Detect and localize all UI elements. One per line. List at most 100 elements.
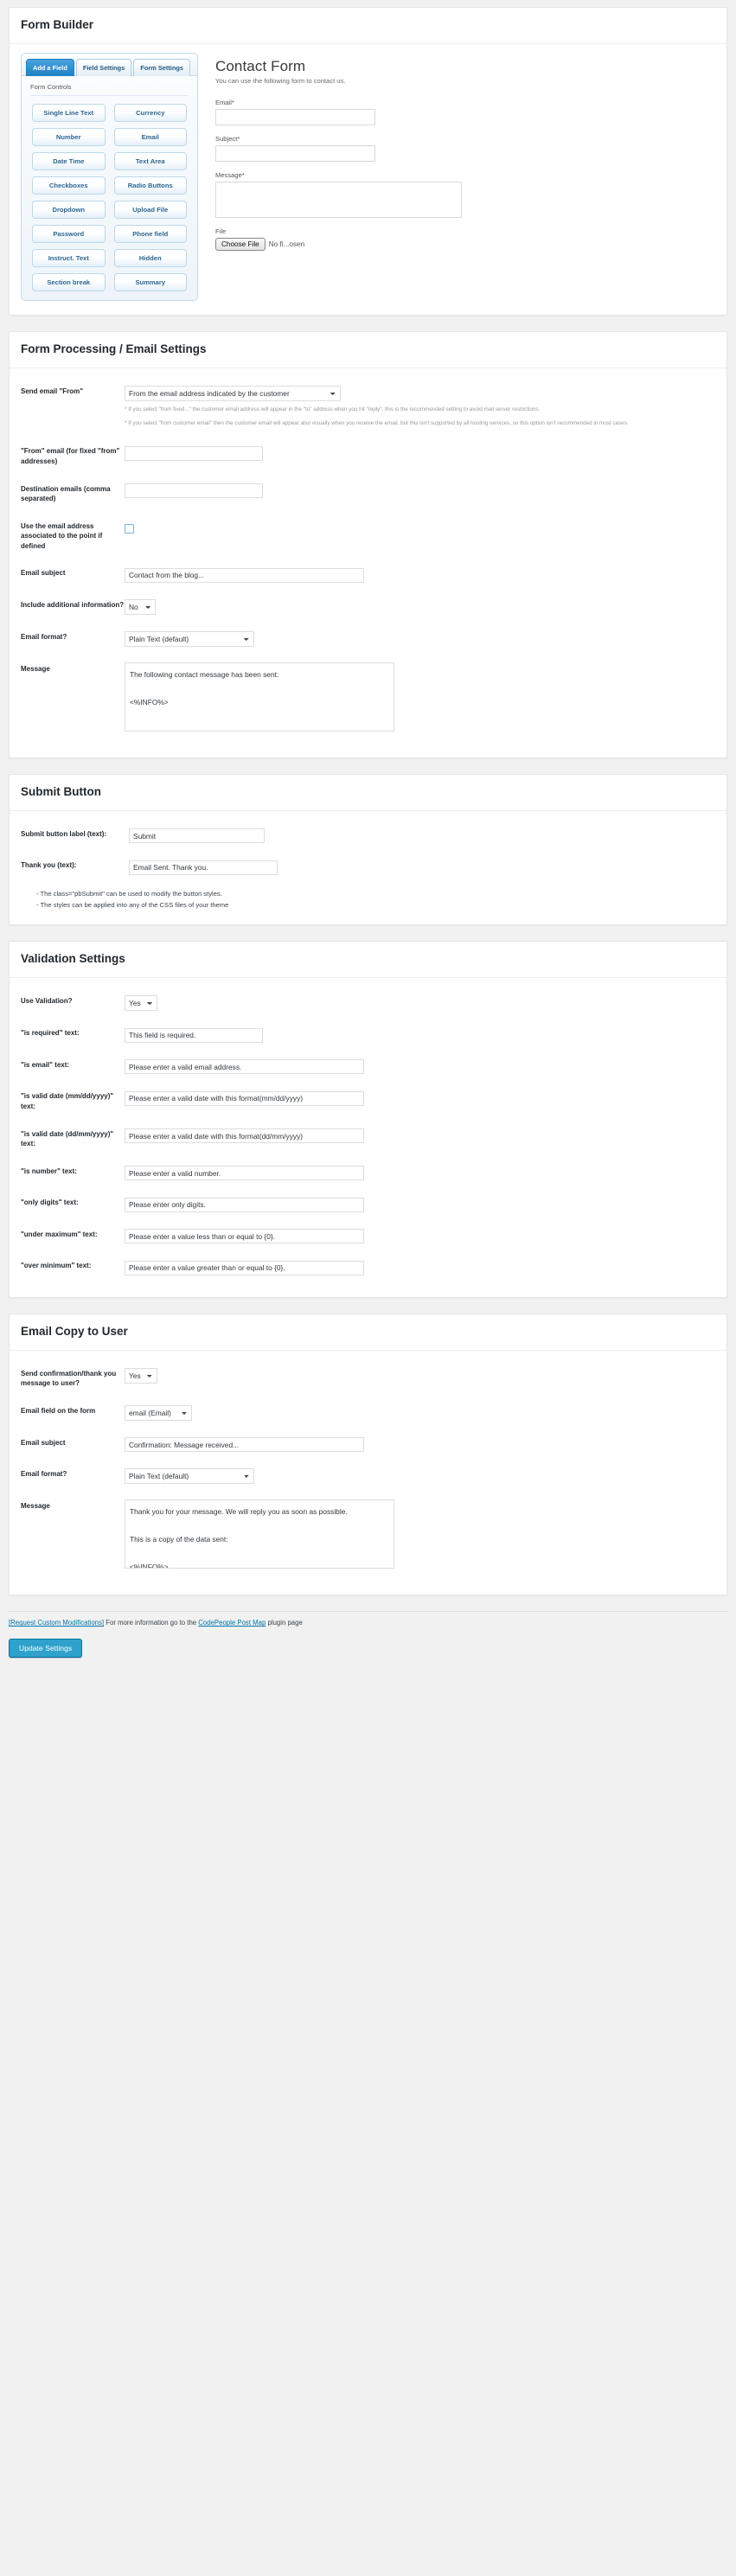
control-number[interactable]: Number: [32, 128, 106, 146]
include-additional-info-select[interactable]: No: [125, 599, 156, 615]
control-date-time[interactable]: Date Time: [32, 152, 106, 170]
preview-message-textarea[interactable]: [215, 182, 462, 218]
row-email-format: Email format? Plain Text (default): [21, 623, 715, 655]
label-is-valid-date-mmddyyyy: "is valid date (mm/dd/yyyy)" text:: [21, 1090, 125, 1111]
label-copy-email-format: Email format?: [21, 1467, 125, 1480]
preview-file-row: Choose File No fi...osen: [215, 238, 715, 251]
bottom-spacer: [9, 1658, 727, 1678]
control-hidden[interactable]: Hidden: [114, 249, 188, 267]
label-under-maximum-text: "under maximum" text:: [21, 1228, 125, 1240]
row-send-email-from: Send email "From" From the email address…: [21, 377, 715, 438]
submit-notes: - The class="pbSubmit" can be used to mo…: [21, 883, 715, 911]
email-subject-input[interactable]: [125, 568, 364, 583]
submit-button-title: Submit Button: [10, 775, 726, 811]
request-custom-modifications-link[interactable]: [Request Custom Modifications]: [9, 1619, 104, 1627]
row-is-number-text: "is number" text:: [21, 1157, 715, 1189]
preview-email-input[interactable]: [215, 109, 375, 125]
divider: [30, 95, 189, 96]
label-copy-message: Message: [21, 1499, 125, 1512]
send-email-from-select[interactable]: From the email address indicated by the …: [125, 386, 341, 401]
row-use-validation: Use Validation? Yes: [21, 987, 715, 1019]
label-from-email: "From" email (for fixed "from" addresses…: [21, 444, 125, 466]
copy-email-format-select[interactable]: Plain Text (default): [125, 1468, 254, 1484]
row-over-minimum-text: "over minimum" text:: [21, 1251, 715, 1283]
send-confirmation-select[interactable]: Yes: [125, 1368, 157, 1384]
footer-note: [Request Custom Modifications] For more …: [9, 1611, 727, 1639]
control-phone-field[interactable]: Phone field: [114, 225, 188, 243]
label-over-minimum-text: "over minimum" text:: [21, 1259, 125, 1271]
label-destination-emails: Destination emails (comma separated): [21, 483, 125, 504]
form-controls-grid: Single Line Text Currency Number Email D…: [22, 104, 197, 291]
control-section-break[interactable]: Section break: [32, 273, 106, 291]
preview-field-subject: Subject*: [215, 135, 715, 162]
file-status-text: No fi...osen: [269, 240, 304, 248]
submit-note-styles: - The styles can be applied into any of …: [36, 899, 715, 911]
tab-add-a-field[interactable]: Add a Field: [26, 59, 74, 76]
submit-note-class: - The class="pbSubmit" can be used to mo…: [36, 888, 715, 899]
copy-message-textarea[interactable]: Thank you for your message. We will repl…: [125, 1499, 394, 1569]
is-valid-date-mmddyyyy-input[interactable]: [125, 1091, 364, 1106]
label-only-digits-text: "only digits" text:: [21, 1196, 125, 1208]
label-use-validation: Use Validation?: [21, 994, 125, 1007]
admin-page-wrap: Form Builder Add a Field Field Settings …: [0, 0, 736, 1678]
is-valid-date-ddmmyyyy-input[interactable]: [125, 1128, 364, 1143]
only-digits-text-input[interactable]: [125, 1198, 364, 1212]
thank-you-text-input[interactable]: [129, 860, 278, 875]
preview-subject-input[interactable]: [215, 145, 375, 162]
destination-emails-input[interactable]: [125, 483, 263, 498]
row-under-maximum-text: "under maximum" text:: [21, 1220, 715, 1252]
preview-field-file: File Choose File No fi...osen: [215, 227, 715, 251]
codepeople-post-map-link[interactable]: CodePeople Post Map: [198, 1619, 266, 1627]
control-upload-file[interactable]: Upload File: [114, 201, 188, 219]
from-email-input[interactable]: [125, 446, 263, 461]
under-maximum-text-input[interactable]: [125, 1229, 364, 1243]
form-processing-title: Form Processing / Email Settings: [10, 332, 726, 368]
form-processing-panel: Form Processing / Email Settings Send em…: [9, 331, 727, 758]
footer-text-middle: For more information go to the: [104, 1619, 198, 1627]
email-format-select[interactable]: Plain Text (default): [125, 631, 254, 647]
control-instruct-text[interactable]: Instruct. Text: [32, 249, 106, 267]
copy-email-subject-input[interactable]: [125, 1437, 364, 1452]
control-email[interactable]: Email: [114, 128, 188, 146]
submit-button-label-input[interactable]: [129, 828, 265, 843]
form-processing-body: Send email "From" From the email address…: [10, 368, 726, 757]
submit-button-body: Submit button label (text): Thank you (t…: [10, 811, 726, 925]
update-settings-button[interactable]: Update Settings: [9, 1639, 82, 1658]
form-builder-body: Add a Field Field Settings Form Settings…: [10, 44, 726, 315]
over-minimum-text-input[interactable]: [125, 1261, 364, 1275]
row-email-subject: Email subject: [21, 559, 715, 591]
control-text-area[interactable]: Text Area: [114, 152, 188, 170]
row-is-valid-date-ddmmyyyy-text: "is valid date (dd/mm/yyyy)" text:: [21, 1120, 715, 1157]
email-field-on-form-select[interactable]: email (Email): [125, 1405, 192, 1421]
validation-settings-body: Use Validation? Yes "is required" text: …: [10, 978, 726, 1296]
label-use-point-email: Use the email address associated to the …: [21, 520, 125, 552]
control-password[interactable]: Password: [32, 225, 106, 243]
tab-form-settings[interactable]: Form Settings: [133, 59, 190, 76]
row-message: Message The following contact message ha…: [21, 655, 715, 744]
validation-settings-panel: Validation Settings Use Validation? Yes …: [9, 941, 727, 1297]
row-from-email: "From" email (for fixed "from" addresses…: [21, 437, 715, 474]
control-summary[interactable]: Summary: [114, 273, 188, 291]
is-number-text-input[interactable]: [125, 1166, 364, 1180]
use-point-email-checkbox[interactable]: [125, 524, 134, 534]
is-required-text-input[interactable]: [125, 1028, 263, 1043]
form-controls-label: Form Controls: [22, 76, 197, 95]
preview-subtitle: You can use the following form to contac…: [215, 77, 715, 85]
is-email-text-input[interactable]: [125, 1059, 364, 1074]
message-textarea[interactable]: The following contact message has been s…: [125, 662, 394, 732]
preview-title: Contact Form: [215, 58, 715, 75]
row-submit-button-label: Submit button label (text):: [21, 820, 715, 852]
control-checkboxes[interactable]: Checkboxes: [32, 176, 106, 195]
label-copy-email-subject: Email subject: [21, 1436, 125, 1448]
use-validation-select[interactable]: Yes: [125, 995, 157, 1011]
tab-field-settings[interactable]: Field Settings: [76, 59, 131, 76]
control-radio-buttons[interactable]: Radio Buttons: [114, 176, 188, 195]
preview-field-message: Message*: [215, 171, 715, 218]
label-send-confirmation: Send confirmation/thank you message to u…: [21, 1367, 125, 1389]
builder-tabs: Add a Field Field Settings Form Settings: [22, 54, 197, 76]
control-single-line-text[interactable]: Single Line Text: [32, 104, 106, 122]
choose-file-button[interactable]: Choose File: [215, 238, 266, 251]
control-currency[interactable]: Currency: [114, 104, 188, 122]
label-include-additional-info: Include additional information?: [21, 598, 125, 610]
control-dropdown[interactable]: Dropdown: [32, 201, 106, 219]
